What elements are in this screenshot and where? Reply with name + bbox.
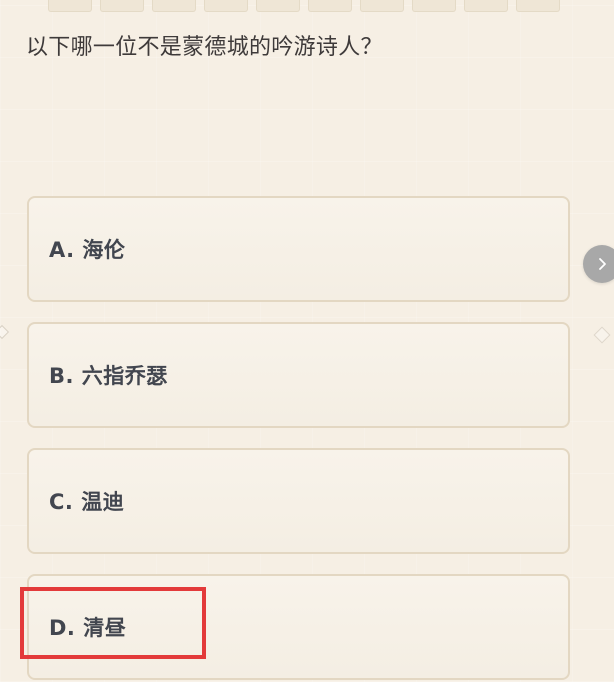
progress-tile[interactable] (516, 0, 560, 12)
progress-tile[interactable] (48, 0, 92, 12)
decorative-diamond-icon (0, 324, 10, 340)
chevron-right-icon (594, 256, 610, 272)
next-question-button[interactable] (583, 245, 614, 283)
progress-tile[interactable] (256, 0, 300, 12)
quiz-page: 以下哪一位不是蒙德城的吟游诗人？ A. 海伦 B. 六指乔瑟 C. 温迪 D. … (0, 0, 614, 682)
progress-tile[interactable] (360, 0, 404, 12)
progress-tile[interactable] (100, 0, 144, 12)
answer-option-label: C. 温迪 (49, 490, 125, 514)
answer-option-a[interactable]: A. 海伦 (27, 196, 570, 302)
answer-option-b[interactable]: B. 六指乔瑟 (27, 322, 570, 428)
progress-tile[interactable] (464, 0, 508, 12)
progress-tile[interactable] (308, 0, 352, 12)
answer-option-label: B. 六指乔瑟 (49, 364, 168, 388)
question-progress-bar (48, 0, 568, 12)
progress-tile[interactable] (152, 0, 196, 12)
answer-option-label: A. 海伦 (49, 238, 126, 262)
question-text: 以下哪一位不是蒙德城的吟游诗人？ (26, 35, 383, 60)
progress-tile[interactable] (412, 0, 456, 12)
decorative-diamond-icon (593, 326, 611, 344)
answer-option-d[interactable]: D. 清昼 (27, 574, 570, 680)
answer-option-label: D. 清昼 (49, 616, 127, 640)
answer-option-c[interactable]: C. 温迪 (27, 448, 570, 554)
progress-tile[interactable] (204, 0, 248, 12)
